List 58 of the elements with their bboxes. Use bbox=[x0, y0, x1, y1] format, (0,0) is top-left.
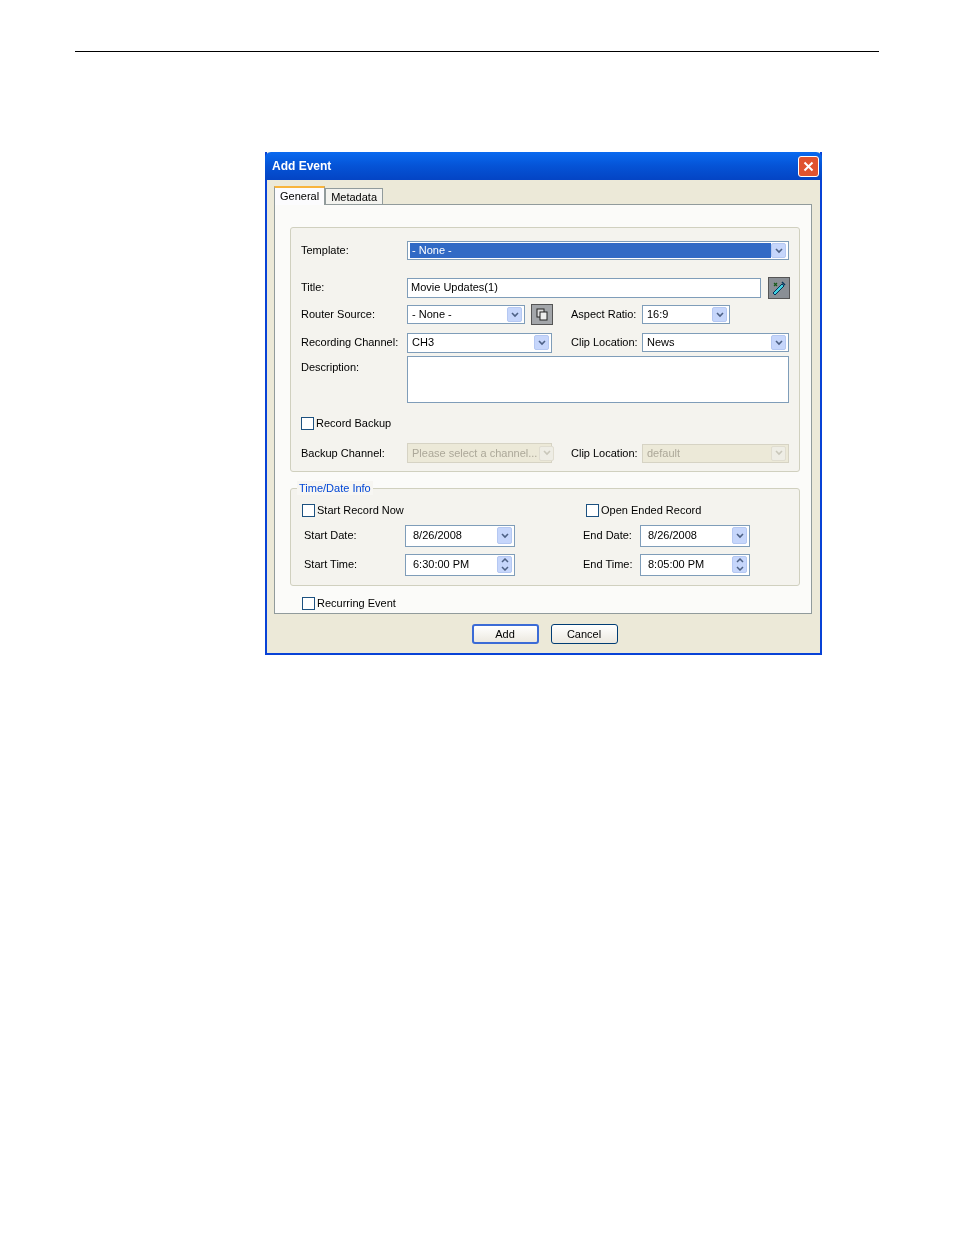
field-label: Description: bbox=[301, 361, 360, 373]
dialog-button[interactable]: Cancel bbox=[550, 624, 618, 644]
dropdown[interactable]: News bbox=[642, 333, 789, 352]
time-value: 8:05:00 PM bbox=[648, 557, 706, 573]
tab[interactable]: General bbox=[274, 186, 326, 205]
tab[interactable]: Metadata bbox=[325, 188, 383, 204]
dropdown-value: default bbox=[646, 445, 682, 461]
date-picker[interactable]: 8/26/2008 bbox=[640, 524, 750, 547]
group-legend: Time/Date Info bbox=[297, 481, 373, 495]
spinner-arrows-icon[interactable] bbox=[732, 556, 747, 573]
pencil-icon bbox=[771, 279, 787, 296]
time-spinner[interactable]: 6:30:00 PM bbox=[405, 553, 515, 576]
close-button[interactable] bbox=[798, 155, 819, 177]
dropdown-value: Please select a channel... bbox=[411, 445, 539, 461]
edit-tool-button[interactable] bbox=[768, 276, 790, 299]
checkbox-label: Open Ended Record bbox=[601, 503, 702, 518]
field-label: Backup Channel: bbox=[301, 446, 385, 459]
dialog-button[interactable]: Add bbox=[471, 624, 539, 644]
checkbox[interactable] bbox=[301, 416, 314, 430]
time-spinner[interactable]: 8:05:00 PM bbox=[640, 553, 750, 576]
checkbox[interactable] bbox=[302, 503, 315, 517]
checkbox[interactable] bbox=[302, 596, 315, 610]
field-label: Aspect Ratio: bbox=[571, 308, 637, 321]
field-label: End Date: bbox=[583, 529, 632, 542]
copy-button[interactable] bbox=[531, 304, 553, 325]
field-label: End Time: bbox=[583, 558, 633, 571]
dropdown-value: News bbox=[646, 335, 676, 350]
spinner-arrows-icon[interactable] bbox=[497, 556, 512, 573]
title-value: Movie Updates(1) bbox=[411, 280, 498, 296]
dropdown-value: 16:9 bbox=[646, 307, 670, 322]
dropdown[interactable]: CH3 bbox=[407, 332, 552, 353]
field-label: Template: bbox=[301, 244, 349, 257]
field-label: Clip Location: bbox=[571, 446, 638, 459]
description-field[interactable] bbox=[407, 356, 789, 403]
checkbox[interactable] bbox=[586, 503, 599, 517]
field-label: Title: bbox=[301, 281, 325, 294]
dropdown-value: - None - bbox=[411, 307, 453, 322]
field-label: Start Time: bbox=[304, 558, 358, 571]
checkbox-label: Recurring Event bbox=[317, 596, 396, 611]
field-label: Clip Location: bbox=[571, 336, 638, 349]
checkbox-label: Record Backup bbox=[316, 416, 392, 431]
copy-icon bbox=[536, 308, 548, 321]
dropdown[interactable]: - None - bbox=[407, 241, 789, 260]
field-label: Router Source: bbox=[301, 308, 375, 321]
date-value: 8/26/2008 bbox=[648, 528, 698, 544]
dropdown[interactable]: 16:9 bbox=[642, 305, 730, 324]
field-label: Recording Channel: bbox=[301, 336, 399, 349]
dropdown-value: - None - bbox=[410, 243, 771, 258]
field-label: Start Date: bbox=[304, 529, 357, 542]
time-value: 6:30:00 PM bbox=[413, 557, 471, 573]
date-picker[interactable]: 8/26/2008 bbox=[405, 524, 515, 547]
checkbox-label: Start Record Now bbox=[317, 503, 404, 518]
window-title: Add Event bbox=[272, 158, 332, 175]
close-icon bbox=[803, 160, 814, 172]
date-value: 8/26/2008 bbox=[413, 528, 463, 544]
dropdown-value: CH3 bbox=[411, 335, 435, 350]
dropdown[interactable]: - None - bbox=[407, 305, 525, 324]
title-field[interactable]: Movie Updates(1) bbox=[407, 277, 761, 298]
